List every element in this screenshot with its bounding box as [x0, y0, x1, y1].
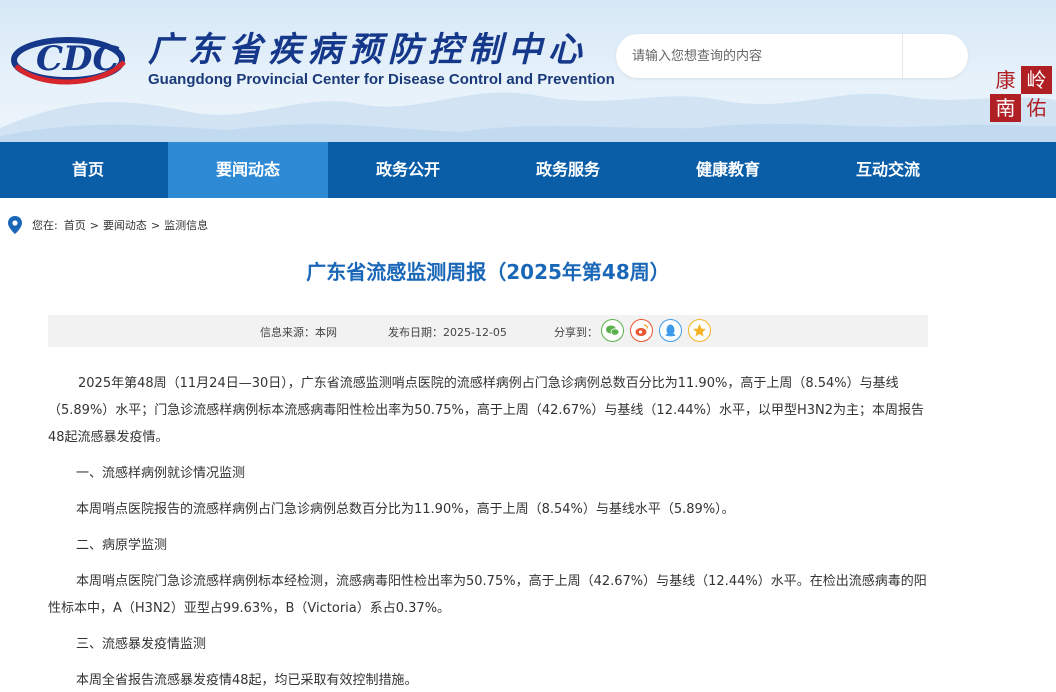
seal-char: 佑 — [1026, 96, 1047, 120]
breadcrumb: 您在: 首页 > 要闻动态 > 监测信息 — [8, 215, 208, 235]
article-source: 信息来源：本网 — [260, 326, 337, 339]
breadcrumb-monitoring[interactable]: 监测信息 — [164, 217, 208, 233]
nav-item-news[interactable]: 要闻动态 — [168, 142, 328, 198]
article-paragraph: 本周全省报告流感暴发疫情48起，均已采取有效控制措施。 — [76, 673, 418, 688]
qzone-icon[interactable] — [688, 319, 711, 342]
seal-char: 康 — [995, 68, 1016, 92]
seal-char: 岭 — [1021, 66, 1052, 94]
nav-item-government-services[interactable]: 政务服务 — [488, 142, 648, 198]
nav-item-home[interactable]: 首页 — [8, 142, 168, 198]
nav-item-health-education[interactable]: 健康教育 — [648, 142, 808, 198]
breadcrumb-separator: > — [89, 218, 99, 232]
site-title-en: Guangdong Provincial Center for Disease … — [148, 71, 615, 88]
article-paragraph: 本周哨点医院报告的流感样病例占门急诊病例总数百分比为11.90%，高于上周（8.… — [76, 502, 735, 517]
article-body: 2025年第48周（11月24日—30日），广东省流感监测哨点医院的流感样病例占… — [48, 370, 928, 692]
nav-item-government-affairs[interactable]: 政务公开 — [328, 142, 488, 198]
article-paragraph-lead: 2025年第48周（11月24日—30日），广东省流感监测哨点医院的流感样病例占… — [48, 376, 925, 445]
article-title: 广东省流感监测周报（2025年第48周） — [306, 260, 670, 284]
cdc-logo[interactable]: CDC — [8, 22, 138, 92]
location-pin-icon — [8, 216, 22, 234]
section-heading-outbreak: 三、流感暴发疫情监测 — [76, 637, 207, 652]
article-date: 发布日期：2025-12-05 — [388, 326, 507, 339]
weibo-icon[interactable] — [630, 319, 653, 342]
article-paragraph: 本周哨点医院门急诊流感样病例标本经检测，流感病毒阳性检出率为50.75%，高于上… — [48, 574, 927, 616]
search-box — [616, 34, 968, 78]
seal-char: 南 — [990, 94, 1021, 122]
search-divider — [902, 34, 903, 78]
logo-text: CDC — [36, 39, 120, 79]
section-heading-ili: 一、流感样病例就诊情况监测 — [76, 466, 246, 481]
breadcrumb-news[interactable]: 要闻动态 — [103, 217, 147, 233]
article-meta-bar: 信息来源：本网 发布日期：2025-12-05 分享到： — [48, 315, 928, 347]
search-input[interactable] — [632, 42, 892, 70]
main-nav: 首页 要闻动态 政务公开 政务服务 健康教育 互动交流 — [0, 142, 1056, 198]
lingnan-seal: 康 岭 南 佑 — [990, 66, 1052, 122]
nav-item-interaction[interactable]: 互动交流 — [808, 142, 968, 198]
breadcrumb-home[interactable]: 首页 — [64, 217, 86, 233]
breadcrumb-separator: > — [150, 218, 161, 232]
site-title-cn: 广东省疾病预防控制中心 — [148, 30, 588, 70]
breadcrumb-prefix: 您在: — [32, 219, 58, 232]
share-label: 分享到： — [554, 326, 598, 339]
wechat-icon[interactable] — [601, 319, 624, 342]
section-heading-pathogen: 二、病原学监测 — [76, 538, 168, 553]
qq-icon[interactable] — [659, 319, 682, 342]
site-header: CDC 广东省疾病预防控制中心 Guangdong Provincial Cen… — [0, 0, 1056, 142]
